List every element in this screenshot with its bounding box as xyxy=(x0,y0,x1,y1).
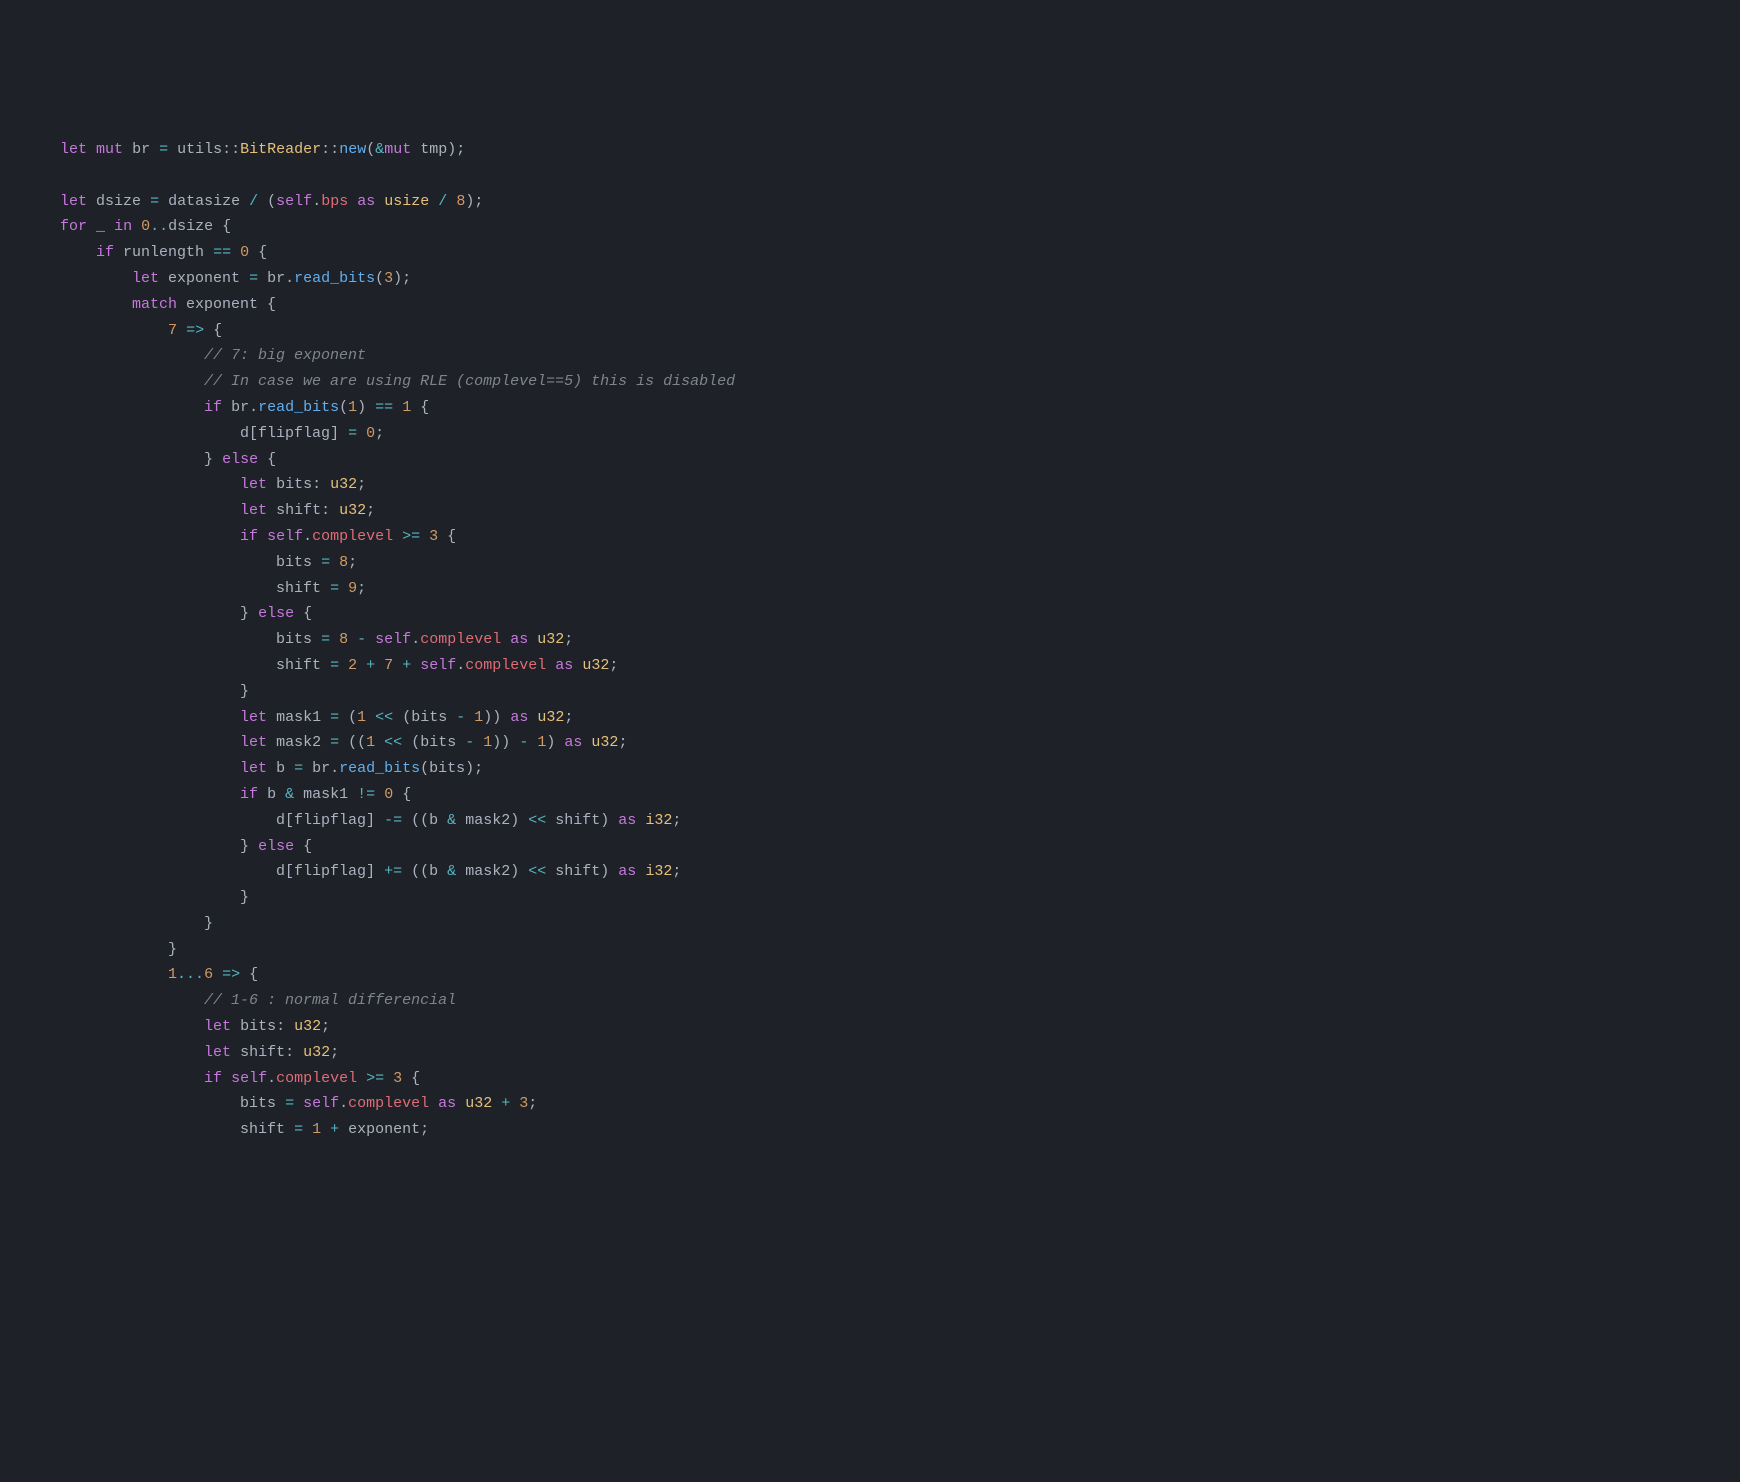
code-line: } xyxy=(60,915,213,932)
code-line: } else { xyxy=(60,451,276,468)
code-line: if self.complevel >= 3 { xyxy=(60,1070,420,1087)
code-line: bits = 8 - self.complevel as u32; xyxy=(60,631,573,648)
code-line: d[flipflag] = 0; xyxy=(60,425,384,442)
code-line: } else { xyxy=(60,838,312,855)
code-line: if b & mask1 != 0 { xyxy=(60,786,411,803)
code-editor[interactable]: let mut br = utils::BitReader::new(&mut … xyxy=(0,111,1740,1143)
code-line: shift = 2 + 7 + self.complevel as u32; xyxy=(60,657,618,674)
code-line: bits = self.complevel as u32 + 3; xyxy=(60,1095,537,1112)
code-line: d[flipflag] += ((b & mask2) << shift) as… xyxy=(60,863,681,880)
code-line: if runlength == 0 { xyxy=(60,244,267,261)
code-line: let mut br = utils::BitReader::new(&mut … xyxy=(60,141,465,158)
code-line: // 1-6 : normal differencial xyxy=(60,992,456,1009)
code-line: 7 => { xyxy=(60,322,222,339)
code-line: } xyxy=(60,683,249,700)
code-line: if br.read_bits(1) == 1 { xyxy=(60,399,429,416)
code-line: let dsize = datasize / (self.bps as usiz… xyxy=(60,193,483,210)
code-line: let mask1 = (1 << (bits - 1)) as u32; xyxy=(60,709,573,726)
code-line: let mask2 = ((1 << (bits - 1)) - 1) as u… xyxy=(60,734,627,751)
code-line: if self.complevel >= 3 { xyxy=(60,528,456,545)
code-line: let b = br.read_bits(bits); xyxy=(60,760,483,777)
code-line: bits = 8; xyxy=(60,554,357,571)
code-line: let bits: u32; xyxy=(60,476,366,493)
code-line: 1...6 => { xyxy=(60,966,258,983)
code-line: // 7: big exponent xyxy=(60,347,366,364)
code-line: shift = 1 + exponent; xyxy=(60,1121,429,1138)
code-line: // In case we are using RLE (complevel==… xyxy=(60,373,735,390)
code-line: let shift: u32; xyxy=(60,1044,339,1061)
code-line: } else { xyxy=(60,605,312,622)
code-line: d[flipflag] -= ((b & mask2) << shift) as… xyxy=(60,812,681,829)
code-line: let bits: u32; xyxy=(60,1018,330,1035)
code-line: shift = 9; xyxy=(60,580,366,597)
code-line: } xyxy=(60,889,249,906)
code-line: let exponent = br.read_bits(3); xyxy=(60,270,411,287)
code-line: let shift: u32; xyxy=(60,502,375,519)
code-line: match exponent { xyxy=(60,296,276,313)
code-line: for _ in 0..dsize { xyxy=(60,218,231,235)
code-line: } xyxy=(60,941,177,958)
